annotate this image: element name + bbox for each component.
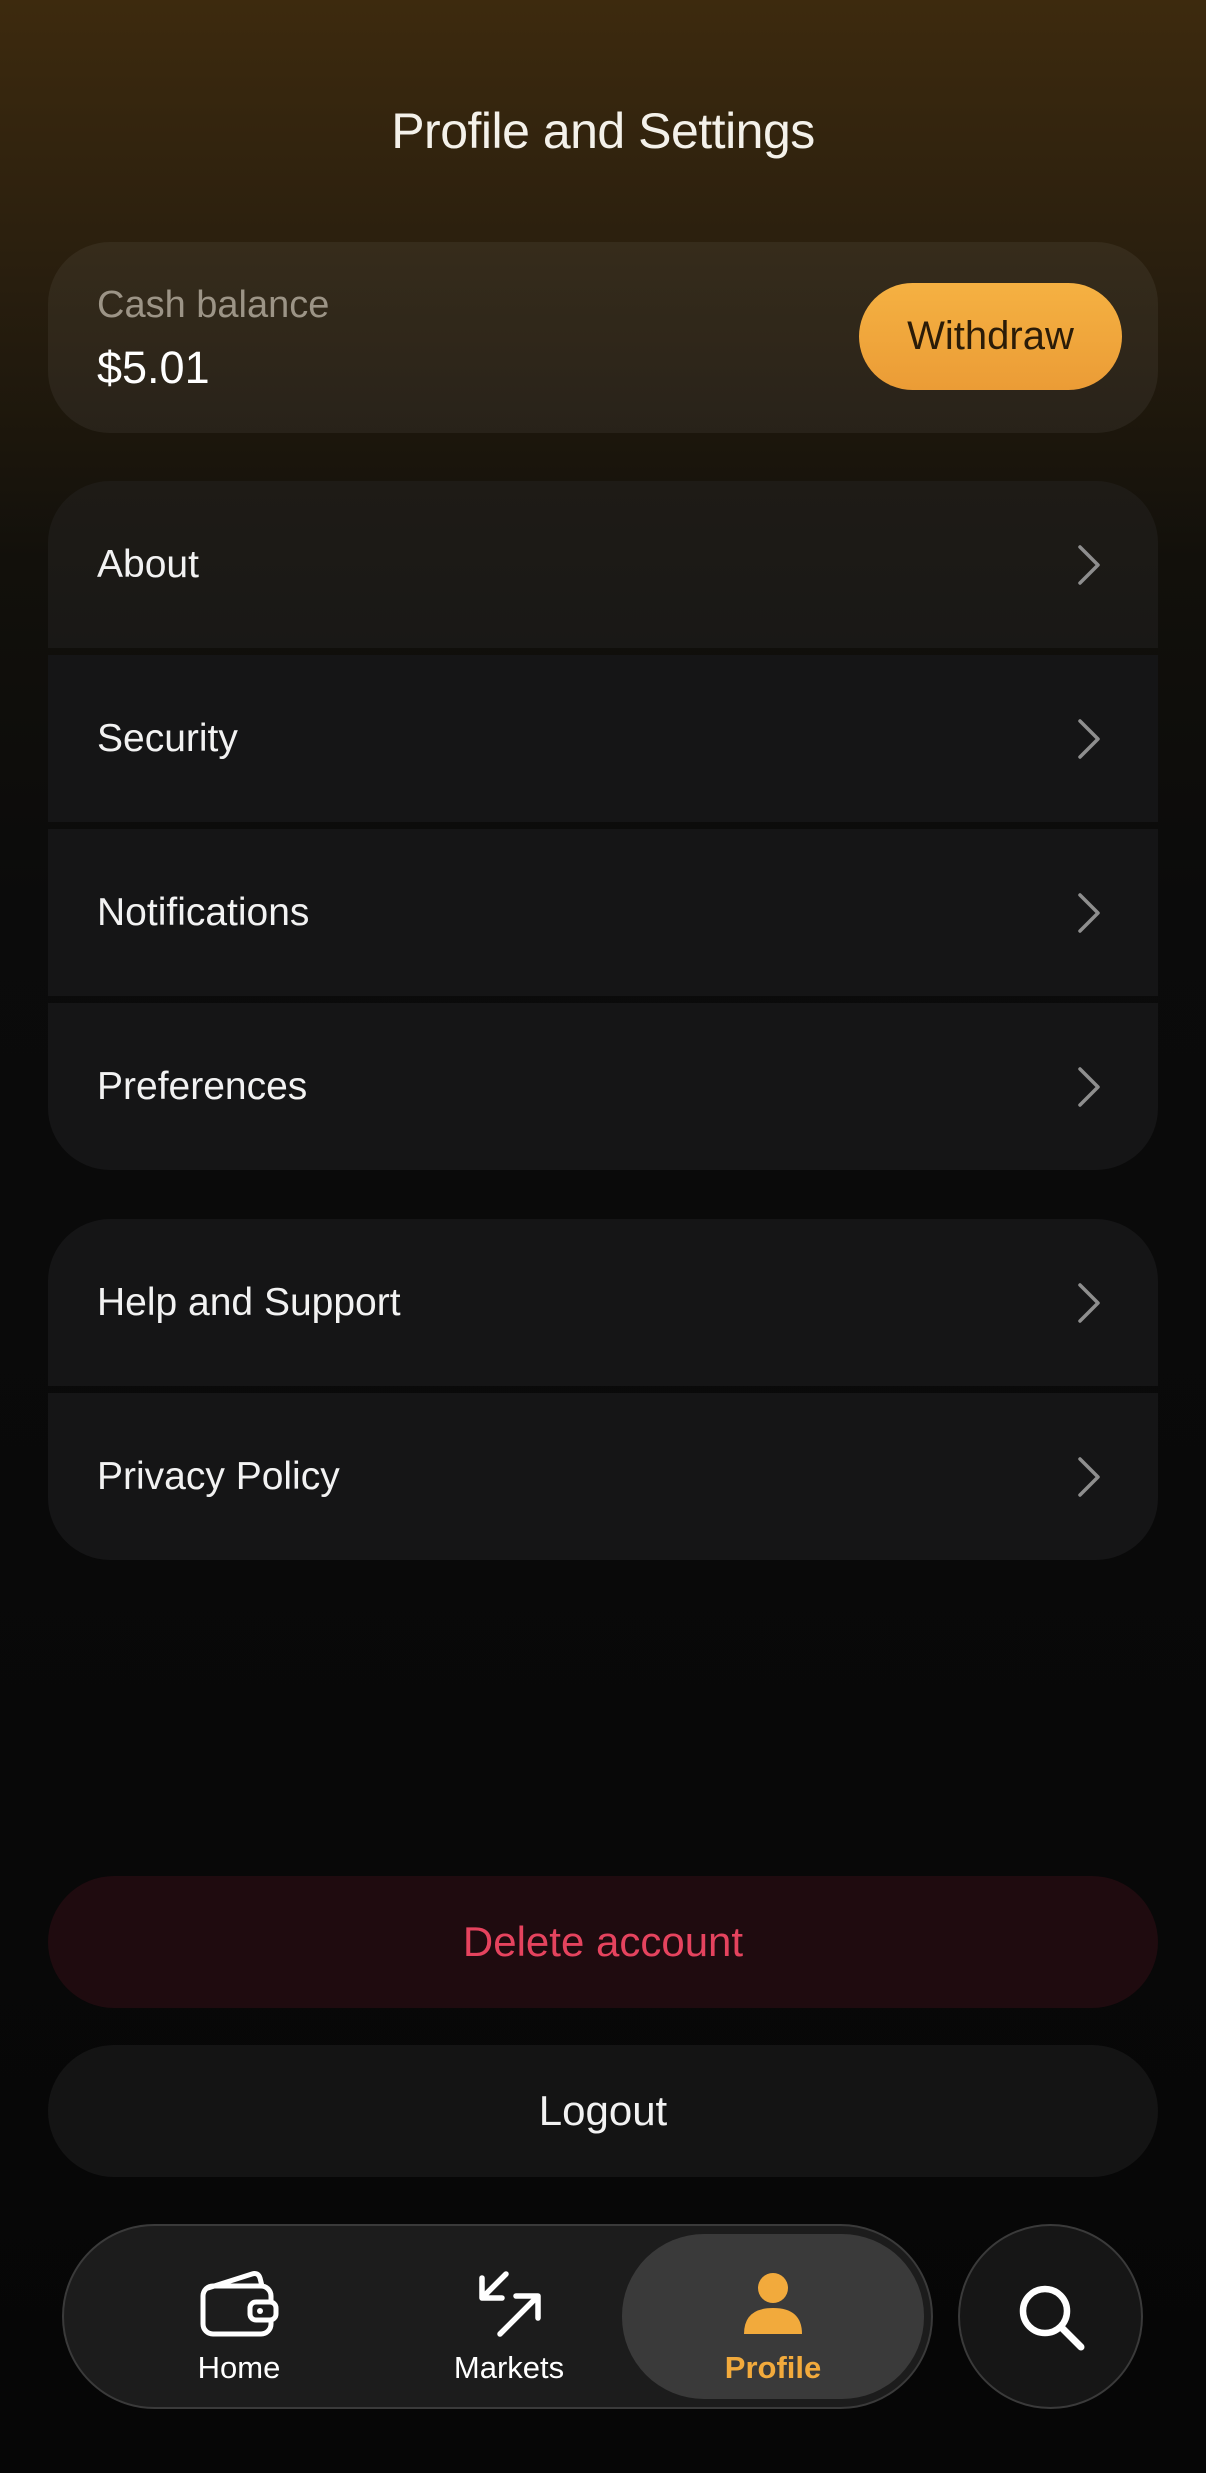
tab-markets[interactable]: Markets bbox=[364, 2234, 654, 2399]
settings-item-label: Preferences bbox=[97, 1064, 308, 1108]
chevron-right-icon bbox=[1078, 892, 1100, 933]
support-group: Help and Support Privacy Policy bbox=[48, 1219, 1158, 1560]
settings-item-label: Notifications bbox=[97, 890, 310, 934]
withdraw-button[interactable]: Withdraw bbox=[859, 283, 1122, 390]
tab-profile[interactable]: Profile bbox=[622, 2234, 924, 2399]
settings-item-security[interactable]: Security bbox=[48, 655, 1158, 822]
chevron-right-icon bbox=[1078, 1066, 1100, 1107]
page-title: Profile and Settings bbox=[391, 103, 815, 159]
wallet-icon bbox=[200, 2271, 279, 2337]
settings-item-privacy-policy[interactable]: Privacy Policy bbox=[48, 1393, 1158, 1560]
tab-label: Home bbox=[197, 2350, 281, 2385]
settings-item-about[interactable]: About bbox=[48, 481, 1158, 648]
chevron-right-icon bbox=[1078, 544, 1100, 585]
settings-item-notifications[interactable]: Notifications bbox=[48, 829, 1158, 996]
cash-balance-label: Cash balance bbox=[97, 284, 330, 326]
search-icon bbox=[1019, 2285, 1084, 2350]
chevron-right-icon bbox=[1078, 1282, 1100, 1323]
tab-home[interactable]: Home bbox=[94, 2234, 384, 2399]
search-button[interactable] bbox=[958, 2224, 1143, 2409]
tab-label: Markets bbox=[453, 2350, 565, 2385]
cash-balance-value: $5.01 bbox=[97, 342, 210, 393]
settings-group: About Security Notifications Preferences bbox=[48, 481, 1158, 1170]
settings-item-preferences[interactable]: Preferences bbox=[48, 1003, 1158, 1170]
person-icon bbox=[744, 2273, 802, 2334]
cash-balance-card: Cash balance $5.01 Withdraw bbox=[48, 242, 1158, 433]
settings-item-label: About bbox=[97, 542, 199, 586]
delete-account-button[interactable]: Delete account bbox=[48, 1876, 1158, 2008]
bottom-tab-bar: Home Markets Profile bbox=[62, 2224, 933, 2409]
arrows-icon bbox=[479, 2271, 541, 2337]
chevron-right-icon bbox=[1078, 718, 1100, 759]
settings-item-help-and-support[interactable]: Help and Support bbox=[48, 1219, 1158, 1386]
settings-item-label: Privacy Policy bbox=[97, 1454, 340, 1498]
settings-item-label: Help and Support bbox=[97, 1280, 401, 1324]
tab-label: Profile bbox=[724, 2350, 822, 2385]
logout-button[interactable]: Logout bbox=[48, 2045, 1158, 2177]
settings-item-label: Security bbox=[97, 716, 238, 760]
chevron-right-icon bbox=[1078, 1456, 1100, 1497]
